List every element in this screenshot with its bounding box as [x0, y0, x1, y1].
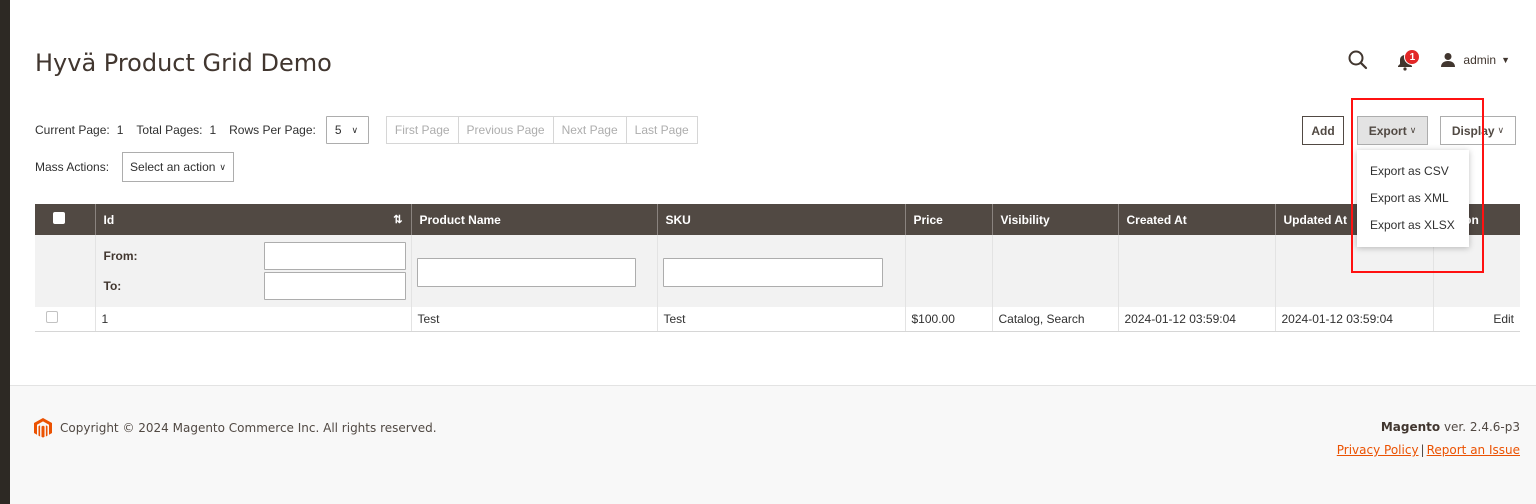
- filter-id-range: From: To:: [94, 235, 411, 307]
- export-csv-item[interactable]: Export as CSV: [1357, 158, 1469, 185]
- cell-sku: Test: [656, 307, 905, 332]
- footer: Copyright © 2024 Magento Commerce Inc. A…: [10, 385, 1536, 504]
- chevron-down-icon: ∨: [219, 161, 227, 172]
- export-xml-item[interactable]: Export as XML: [1357, 185, 1469, 212]
- sku-filter-input[interactable]: [662, 258, 883, 287]
- table-row: 1 Test Test $100.00 Catalog, Search 2024…: [35, 307, 1520, 332]
- edit-link[interactable]: Edit: [1432, 307, 1520, 332]
- chevron-down-icon: ▼: [1501, 55, 1510, 65]
- pager-row: Current Page: 1 Total Pages: 1 Rows Per …: [35, 116, 698, 144]
- export-dropdown-menu: Export as CSV Export as XML Export as XL…: [1357, 150, 1469, 247]
- export-button-label: Export: [1368, 123, 1407, 138]
- chevron-down-icon: ∨: [1497, 125, 1505, 135]
- pager-buttons: First Page Previous Page Next Page Last …: [385, 116, 698, 144]
- privacy-policy-link[interactable]: Privacy Policy: [1337, 443, 1419, 457]
- left-nav-edge: [0, 0, 10, 504]
- add-button[interactable]: Add: [1302, 116, 1344, 145]
- footer-links: Privacy Policy | Report an Issue: [1337, 443, 1520, 457]
- column-price[interactable]: Price: [904, 204, 992, 235]
- column-id-label: Id: [103, 212, 115, 227]
- chevron-down-icon: ∨: [1409, 125, 1417, 135]
- link-separator: |: [1420, 443, 1425, 457]
- filter-cell-empty: [991, 235, 1118, 307]
- filter-cell-empty: [904, 235, 992, 307]
- version-text: ver. 2.4.6-p3: [1440, 420, 1520, 434]
- header-actions: 1 admin ▼: [1347, 48, 1510, 72]
- current-page-label: Current Page:: [35, 123, 110, 137]
- cell-price: $100.00: [904, 307, 992, 332]
- page-title: Hyvä Product Grid Demo: [35, 49, 332, 77]
- display-button[interactable]: Display ∨: [1440, 116, 1516, 145]
- cell-created-at: 2024-01-12 03:59:04: [1117, 307, 1275, 332]
- filter-sku: [656, 235, 905, 307]
- mass-actions-row: Mass Actions: Select an action ∨: [35, 152, 235, 182]
- previous-page-button[interactable]: Previous Page: [459, 117, 554, 143]
- next-page-button[interactable]: Next Page: [554, 117, 627, 143]
- user-name: admin: [1463, 53, 1497, 67]
- row-select-cell: [35, 307, 95, 332]
- column-visibility[interactable]: Visibility: [991, 204, 1118, 235]
- last-page-button[interactable]: Last Page: [627, 117, 697, 143]
- sort-icon[interactable]: ⇅: [393, 213, 402, 226]
- rows-per-page-select[interactable]: 5 ∨: [325, 116, 369, 144]
- cell-updated-at: 2024-01-12 03:59:04: [1274, 307, 1433, 332]
- admin-user-menu[interactable]: admin ▼: [1440, 52, 1510, 68]
- id-to-input[interactable]: [263, 272, 406, 300]
- current-page-value: 1: [116, 123, 124, 137]
- mass-actions-value: Select an action: [130, 160, 216, 174]
- to-label: To:: [103, 279, 122, 293]
- column-sku[interactable]: SKU: [656, 204, 905, 235]
- notification-count-badge: 1: [1404, 49, 1421, 65]
- add-button-label: Add: [1311, 123, 1335, 138]
- mass-actions-select[interactable]: Select an action ∨: [122, 152, 235, 182]
- cell-id: 1: [94, 307, 411, 332]
- total-pages-value: 1: [209, 123, 217, 137]
- row-checkbox[interactable]: [46, 311, 58, 324]
- magento-logo-icon: [34, 418, 52, 438]
- copyright-text: Copyright © 2024 Magento Commerce Inc. A…: [60, 421, 437, 435]
- filter-row: From: To:: [35, 235, 1520, 307]
- total-pages-label: Total Pages:: [136, 123, 203, 137]
- brand-name: Magento: [1380, 420, 1441, 434]
- id-from-input[interactable]: [263, 242, 406, 270]
- report-issue-link[interactable]: Report an Issue: [1427, 443, 1520, 457]
- footer-copyright: Copyright © 2024 Magento Commerce Inc. A…: [34, 418, 437, 438]
- select-all-header[interactable]: [35, 204, 95, 235]
- display-button-label: Display: [1451, 123, 1495, 138]
- column-created-at[interactable]: Created At: [1117, 204, 1275, 235]
- grid-header-row: Id ⇅ Product Name SKU Price Visibility Cr…: [35, 204, 1520, 235]
- product-name-filter-input[interactable]: [416, 258, 636, 287]
- mass-actions-label: Mass Actions:: [35, 160, 110, 174]
- export-xlsx-item[interactable]: Export as XLSX: [1357, 212, 1469, 239]
- rows-per-page-value: 5: [334, 123, 342, 137]
- export-button[interactable]: Export ∨: [1357, 116, 1428, 145]
- column-product-name[interactable]: Product Name: [410, 204, 657, 235]
- filter-cell-empty: [1117, 235, 1275, 307]
- cell-product-name: Test: [410, 307, 657, 332]
- search-icon[interactable]: [1347, 49, 1369, 71]
- from-label: From:: [103, 249, 138, 263]
- filter-product-name: [410, 235, 657, 307]
- first-page-button[interactable]: First Page: [387, 117, 459, 143]
- version-info: Magento ver. 2.4.6-p3: [1381, 420, 1520, 434]
- chevron-down-icon: ∨: [351, 124, 359, 135]
- rows-per-page-label: Rows Per Page:: [229, 123, 316, 137]
- cell-visibility: Catalog, Search: [991, 307, 1118, 332]
- column-id[interactable]: Id ⇅: [94, 204, 411, 235]
- notifications-bell-icon[interactable]: 1: [1396, 49, 1421, 71]
- filter-cell-empty: [35, 235, 95, 307]
- product-grid: Id ⇅ Product Name SKU Price Visibility Cr…: [35, 204, 1520, 332]
- user-icon: [1441, 53, 1456, 67]
- select-all-checkbox[interactable]: [53, 212, 65, 224]
